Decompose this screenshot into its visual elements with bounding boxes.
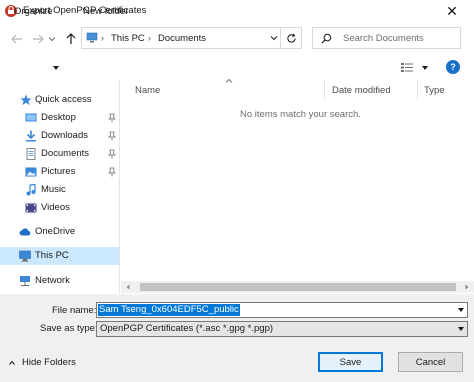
breadcrumb-separator: › bbox=[101, 33, 104, 43]
sidebar-item-downloads[interactable]: Downloads bbox=[0, 127, 119, 145]
sidebar-item-label: OneDrive bbox=[35, 226, 76, 237]
sidebar-item-pictures[interactable]: Pictures bbox=[0, 163, 119, 181]
pictures-icon bbox=[25, 167, 37, 177]
forward-button[interactable] bbox=[30, 31, 46, 47]
sidebar-item-documents[interactable]: Documents bbox=[0, 145, 119, 163]
sidebar-item-network[interactable]: Network bbox=[0, 272, 119, 290]
sidebar-item-this-pc[interactable]: This PC bbox=[0, 247, 119, 265]
scroll-right-button[interactable] bbox=[461, 281, 473, 293]
column-divider[interactable] bbox=[324, 80, 325, 100]
column-header-name[interactable]: Name bbox=[135, 80, 160, 100]
star-icon bbox=[20, 94, 32, 105]
sidebar-item-label: Downloads bbox=[41, 130, 88, 141]
videos-icon bbox=[25, 203, 37, 213]
this-pc-icon bbox=[86, 32, 98, 43]
breadcrumb-separator: › bbox=[148, 33, 151, 43]
title-bar: Export OpenPGP Certificates ✕ bbox=[0, 0, 474, 22]
file-name-label: File name: bbox=[52, 305, 97, 316]
breadcrumb-documents[interactable]: Documents bbox=[158, 33, 206, 44]
downloads-icon bbox=[26, 130, 36, 142]
recent-locations-button[interactable] bbox=[47, 31, 57, 47]
network-icon bbox=[20, 276, 30, 286]
back-button[interactable] bbox=[9, 31, 25, 47]
arrow-right-icon bbox=[33, 34, 44, 44]
chevron-down-icon bbox=[270, 36, 278, 41]
search-input[interactable]: Search Documents bbox=[312, 27, 461, 49]
sidebar-item-label: Videos bbox=[41, 202, 70, 213]
sidebar-item-label: This PC bbox=[35, 250, 69, 261]
sidebar-item-label: Desktop bbox=[41, 112, 76, 123]
chevron-up-icon bbox=[9, 360, 15, 365]
arrow-left-icon bbox=[11, 34, 22, 44]
search-placeholder: Search Documents bbox=[343, 33, 424, 44]
sidebar-item-onedrive[interactable]: OneDrive bbox=[0, 223, 119, 241]
close-icon: ✕ bbox=[446, 2, 458, 19]
refresh-button[interactable] bbox=[280, 27, 302, 49]
navigation-pane: Quick access Desktop Downloads Documents… bbox=[0, 80, 120, 294]
sort-ascending-icon bbox=[225, 78, 233, 83]
close-button[interactable]: ✕ bbox=[430, 0, 474, 22]
sidebar-item-music[interactable]: Music bbox=[0, 181, 119, 199]
sidebar-item-label: Pictures bbox=[41, 166, 76, 177]
cloud-icon bbox=[19, 228, 31, 236]
sidebar-item-quick-access[interactable]: Quick access bbox=[0, 91, 119, 109]
refresh-icon bbox=[287, 33, 296, 43]
pin-icon bbox=[108, 149, 116, 159]
address-dropdown-button[interactable] bbox=[268, 27, 280, 49]
pin-icon bbox=[108, 131, 116, 141]
save-as-type-label: Save as type: bbox=[40, 323, 98, 334]
organize-dropdown-icon bbox=[53, 66, 59, 70]
help-button[interactable]: ? bbox=[446, 60, 460, 74]
sidebar-item-label: Documents bbox=[41, 148, 90, 159]
cancel-button[interactable]: Cancel bbox=[398, 352, 463, 372]
view-dropdown-icon[interactable] bbox=[422, 66, 428, 70]
chevron-right-icon bbox=[465, 284, 469, 290]
scroll-left-button[interactable] bbox=[122, 281, 134, 293]
column-divider[interactable] bbox=[417, 80, 418, 100]
empty-folder-message: No items match your search. bbox=[240, 109, 361, 120]
file-name-dropdown-icon[interactable] bbox=[458, 308, 464, 312]
sidebar-item-label: Quick access bbox=[35, 94, 92, 105]
sidebar-item-videos[interactable]: Videos bbox=[0, 199, 119, 217]
sidebar-item-desktop[interactable]: Desktop bbox=[0, 109, 119, 127]
desktop-folder-icon bbox=[25, 113, 37, 122]
breadcrumb-this-pc[interactable]: This PC bbox=[111, 33, 145, 44]
column-header-date-modified[interactable]: Date modified bbox=[332, 80, 391, 100]
music-icon bbox=[26, 184, 36, 196]
new-folder-button[interactable]: New folder bbox=[83, 6, 128, 17]
chevron-left-icon bbox=[126, 284, 130, 290]
sidebar-item-label: Network bbox=[35, 275, 70, 286]
up-button[interactable] bbox=[63, 31, 79, 47]
sidebar-item-label: Music bbox=[41, 184, 66, 195]
search-icon bbox=[321, 33, 332, 44]
documents-icon bbox=[26, 148, 36, 160]
file-name-value[interactable]: Sam Tseng_0x604EDF5C_public bbox=[98, 304, 240, 316]
pin-icon bbox=[108, 113, 116, 123]
pin-icon bbox=[108, 167, 116, 177]
view-options-icon[interactable] bbox=[401, 63, 413, 72]
hide-folders-button[interactable]: Hide Folders bbox=[22, 357, 76, 368]
arrow-up-icon bbox=[66, 33, 76, 44]
save-as-type-value: OpenPGP Certificates (*.asc *.gpg *.pgp) bbox=[100, 323, 274, 334]
chevron-down-icon bbox=[48, 37, 56, 42]
scrollbar-thumb[interactable] bbox=[140, 283, 456, 291]
organize-button[interactable]: Organize bbox=[14, 6, 53, 17]
column-header-type[interactable]: Type bbox=[424, 80, 445, 100]
computer-icon bbox=[19, 250, 31, 262]
save-as-type-dropdown-icon[interactable] bbox=[458, 327, 464, 331]
save-button[interactable]: Save bbox=[318, 352, 383, 372]
